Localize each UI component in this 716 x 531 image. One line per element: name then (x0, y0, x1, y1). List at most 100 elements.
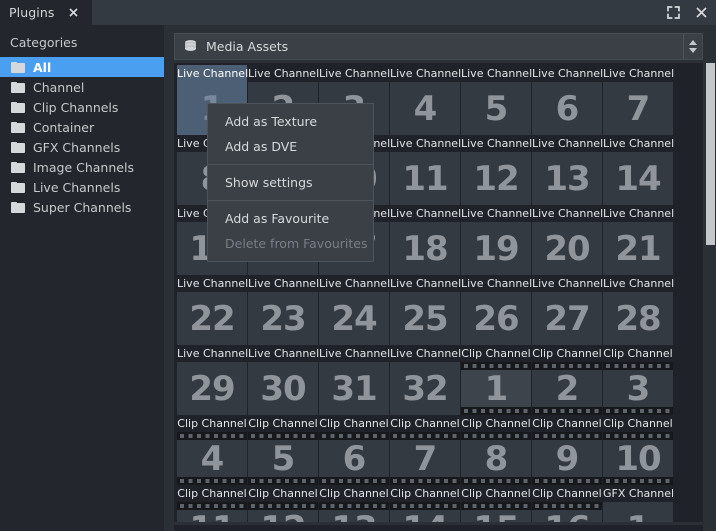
media-source-dropdown[interactable]: Media Assets (174, 33, 703, 60)
asset-tile-name: Live Channel (319, 67, 391, 80)
panel-splitter[interactable] (164, 25, 173, 531)
asset-tile-number: 21 (615, 228, 661, 269)
asset-tile-name: Live Channel (603, 277, 675, 290)
asset-tile[interactable]: Clip Channel 5 (248, 415, 318, 485)
asset-tile-thumbnail: 7 (603, 82, 673, 135)
search-bar[interactable] (174, 525, 703, 531)
asset-tile[interactable]: Clip Channel 11 (177, 485, 247, 522)
asset-tile[interactable]: Live Channel 28 (603, 275, 675, 345)
context-menu-item[interactable]: Add as Texture (208, 109, 373, 134)
folder-icon (11, 181, 25, 193)
sidebar-item-super-channels[interactable]: Super Channels (0, 197, 164, 217)
asset-tile[interactable]: Live Channel 6 (532, 65, 603, 135)
asset-tile[interactable]: Clip Channel 13 (319, 485, 389, 522)
asset-tile-thumbnail: 12 (248, 502, 318, 522)
asset-tile[interactable]: Live Channel 30 (248, 345, 319, 415)
asset-tile[interactable]: Live Channel 26 (461, 275, 532, 345)
grid-scrollbar-thumb[interactable] (706, 63, 715, 245)
asset-tile-name: Clip Channel (319, 417, 389, 430)
chevron-updown-icon[interactable] (683, 34, 702, 59)
asset-tile[interactable]: Live Channel 21 (603, 205, 674, 275)
asset-tile[interactable]: Clip Channel 14 (390, 485, 460, 522)
asset-tile-name: Live Channel (390, 207, 462, 220)
categories-list: All Channel Clip Channels Container GFX … (0, 57, 164, 217)
asset-tile[interactable]: Clip Channel 8 (461, 415, 531, 485)
sidebar-item-container[interactable]: Container (0, 117, 164, 137)
asset-tile-thumbnail: 22 (177, 292, 247, 345)
asset-tile[interactable]: Clip Channel 6 (319, 415, 389, 485)
asset-tile[interactable]: Clip Channel 15 (461, 485, 531, 522)
asset-tile[interactable]: Live Channel 27 (532, 275, 604, 345)
context-menu-item[interactable]: Show settings (208, 170, 373, 195)
asset-tile-thumbnail: 5 (461, 82, 531, 135)
context-menu-item[interactable]: Add as Favourite (208, 206, 373, 231)
folder-icon (11, 141, 25, 153)
asset-tile-thumbnail: 29 (177, 362, 247, 415)
expand-icon[interactable] (662, 2, 684, 24)
asset-tile[interactable]: Live Channel 23 (248, 275, 319, 345)
asset-tile-thumbnail: 5 (248, 432, 318, 485)
asset-tile[interactable]: Clip Channel 16 (532, 485, 602, 522)
asset-tile[interactable]: Clip Channel 1 (461, 345, 531, 415)
asset-tile[interactable]: Live Channel 7 (603, 65, 674, 135)
asset-tile-number: 10 (615, 438, 661, 479)
asset-tile-name: Clip Channel (461, 347, 531, 360)
asset-tile[interactable]: Live Channel 12 (461, 135, 532, 205)
asset-tile-thumbnail: 18 (390, 222, 460, 275)
asset-tile[interactable]: Live Channel 19 (461, 205, 532, 275)
plugins-window: Plugins Categories All Channel Clip Chan… (0, 0, 716, 531)
asset-tile-name: Live Channel (532, 137, 604, 150)
asset-tile-name: Clip Channel (248, 417, 318, 430)
asset-tile[interactable]: Live Channel 18 (390, 205, 462, 275)
asset-tile[interactable]: Live Channel 13 (532, 135, 604, 205)
sidebar-item-label: Super Channels (33, 199, 132, 215)
asset-tile[interactable]: Live Channel 29 (177, 345, 248, 415)
window-close-icon[interactable] (690, 2, 712, 24)
asset-tile-number: 32 (402, 368, 448, 409)
context-menu-separator (208, 164, 373, 165)
asset-tile[interactable]: Clip Channel 9 (532, 415, 602, 485)
asset-tile[interactable]: Clip Channel 10 (603, 415, 673, 485)
asset-tile[interactable]: Live Channel 14 (603, 135, 674, 205)
folder-icon (11, 81, 25, 93)
sidebar-item-channel[interactable]: Channel (0, 77, 164, 97)
asset-tile-number: 13 (331, 512, 377, 523)
asset-tile-number: 2 (555, 368, 580, 409)
sidebar-item-image-channels[interactable]: Image Channels (0, 157, 164, 177)
asset-tile[interactable]: Clip Channel 2 (532, 345, 602, 415)
asset-tile-number: 18 (402, 228, 448, 269)
tab-close-icon[interactable] (61, 0, 85, 25)
asset-tile-number: 27 (544, 298, 590, 339)
asset-tile-number: 7 (626, 88, 651, 129)
asset-tile[interactable]: Live Channel 22 (177, 275, 248, 345)
asset-tile[interactable]: Live Channel 32 (390, 345, 461, 415)
sidebar-item-label: All (33, 59, 52, 75)
asset-tile-thumbnail: 30 (248, 362, 318, 415)
asset-tile-number: 6 (555, 88, 580, 129)
asset-tile-number: 12 (260, 512, 306, 523)
asset-tile[interactable]: Live Channel 25 (390, 275, 461, 345)
asset-tile[interactable]: Live Channel 11 (390, 135, 461, 205)
asset-tile[interactable]: Live Channel 4 (390, 65, 461, 135)
sidebar-item-gfx-channels[interactable]: GFX Channels (0, 137, 164, 157)
sidebar-item-live-channels[interactable]: Live Channels (0, 177, 164, 197)
asset-tile[interactable]: GFX Channel 1 (603, 485, 674, 522)
sidebar-item-clip-channels[interactable]: Clip Channels (0, 97, 164, 117)
asset-tile[interactable]: Live Channel 31 (319, 345, 390, 415)
sidebar-item-all[interactable]: All (0, 57, 164, 77)
asset-tile-name: Live Channel (532, 277, 604, 290)
asset-tile[interactable]: Live Channel 5 (461, 65, 532, 135)
asset-tile[interactable]: Clip Channel 12 (248, 485, 318, 522)
asset-tile[interactable]: Clip Channel 7 (390, 415, 460, 485)
context-menu-item[interactable]: Add as DVE (208, 134, 373, 159)
asset-tile[interactable]: Live Channel 24 (319, 275, 390, 345)
database-icon (183, 39, 198, 54)
asset-tile-name: Live Channel (177, 65, 249, 82)
asset-tile[interactable]: Live Channel 20 (532, 205, 603, 275)
asset-tile[interactable]: Clip Channel 3 (603, 345, 673, 415)
asset-tile-number: 23 (260, 298, 306, 339)
grid-scrollbar[interactable] (706, 63, 715, 522)
asset-tile-name: Clip Channel (532, 417, 602, 430)
sidebar-item-label: Channel (33, 79, 85, 95)
asset-tile[interactable]: Clip Channel 4 (177, 415, 247, 485)
